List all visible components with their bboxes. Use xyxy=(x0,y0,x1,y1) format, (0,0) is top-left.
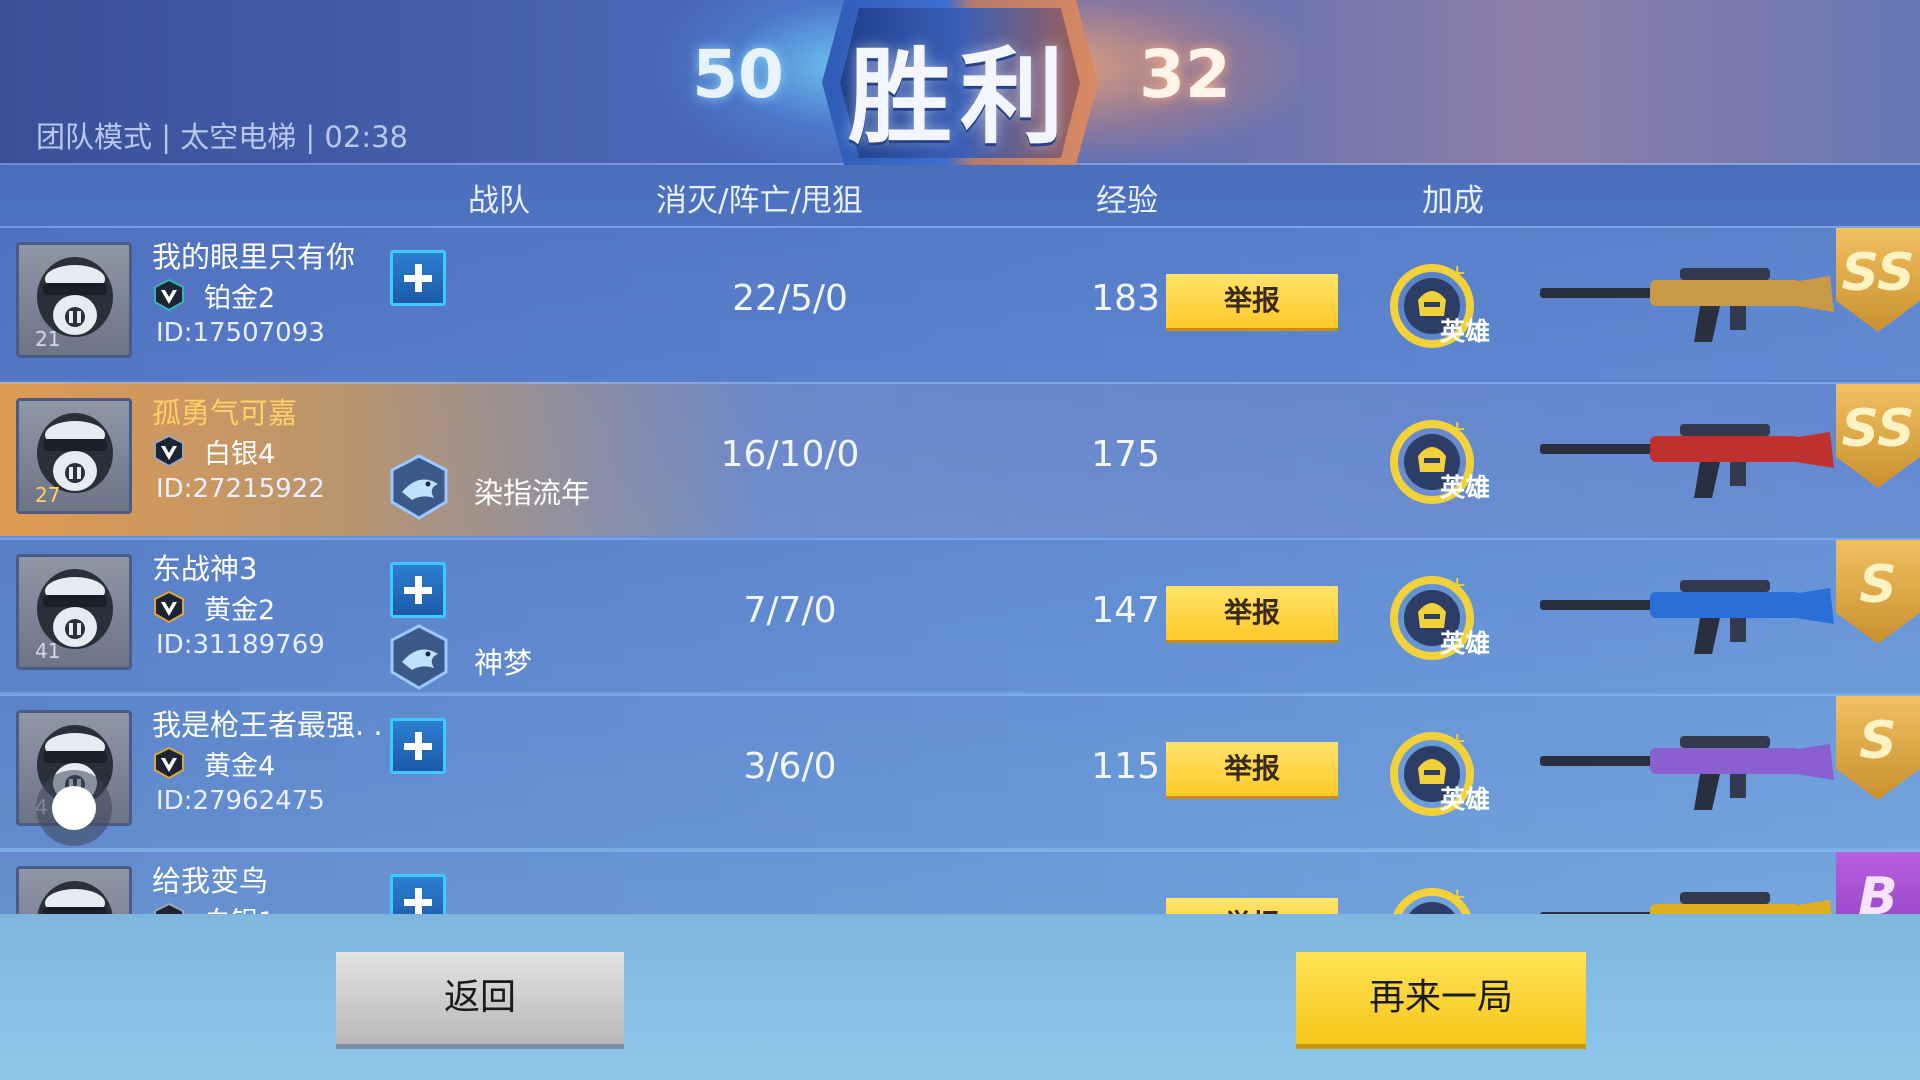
clan-shark-icon xyxy=(390,454,448,520)
weapon-rifle-icon xyxy=(1540,268,1834,342)
player-name: 给我变鸟 xyxy=(152,864,269,898)
exp-value: 147 xyxy=(1091,590,1160,631)
match-info: 团队模式 | 太空电梯 | 02:38 xyxy=(36,120,408,154)
rank-badge-icon xyxy=(154,590,184,624)
clan-name: 染指流年 xyxy=(474,476,591,510)
column-header-bonus: 加成 xyxy=(1422,183,1484,219)
add-friend-button[interactable] xyxy=(390,562,446,618)
gas-mask-avatar-icon xyxy=(37,881,113,914)
scoreboard-list[interactable]: 21 我的眼里只有你 铂金2 ID:17507093 22/5/0 183 举报… xyxy=(0,226,1920,914)
rank-badge-icon xyxy=(154,746,184,780)
clan-shark-icon xyxy=(390,624,448,690)
weapon-tier-badge: S xyxy=(1836,540,1920,644)
player-level: 41 xyxy=(35,639,61,663)
rank-label: 白银1 xyxy=(204,900,275,914)
rank-label: 白银4 xyxy=(204,439,276,470)
svg-text:+: + xyxy=(1448,417,1466,442)
player-name: 我是枪王者最强. . xyxy=(152,708,383,742)
bonus-label: 英雄 xyxy=(1440,785,1491,814)
weapon-tier-badge: S xyxy=(1836,696,1920,800)
svg-text:+: + xyxy=(1448,573,1466,598)
kda-stat: 22/5/0 xyxy=(732,278,848,319)
player-avatar[interactable]: 41 xyxy=(16,554,132,670)
player-row: 21 我的眼里只有你 铂金2 ID:17507093 22/5/0 183 举报… xyxy=(0,226,1920,380)
bonus-label: 英雄 xyxy=(1440,317,1491,346)
bottom-bar xyxy=(0,914,1920,1080)
player-avatar[interactable]: 27 xyxy=(16,398,132,514)
player-name: 孤勇气可嘉 xyxy=(152,396,298,430)
team-score-right: 32 xyxy=(1139,36,1231,113)
player-id: ID:31189769 xyxy=(156,630,325,660)
player-row: 27 孤勇气可嘉 白银4 ID:27215922 染指流年 16/10/0 17… xyxy=(0,382,1920,536)
weapon-tier-badge: SS xyxy=(1836,384,1920,488)
clan-name: 神梦 xyxy=(474,646,533,680)
add-friend-button[interactable] xyxy=(390,718,446,774)
victory-title: 胜利 xyxy=(847,36,1072,158)
player-row: 41 东战神3 黄金2 ID:31189769 神梦 7/7/0 147 举报 … xyxy=(0,538,1920,692)
rank-label: 铂金2 xyxy=(204,283,276,314)
team-score-left: 50 xyxy=(692,36,784,113)
svg-text:+: + xyxy=(1448,729,1466,754)
rank-badge-icon xyxy=(154,434,184,468)
column-header-team: 战队 xyxy=(468,183,530,219)
player-id: ID:27215922 xyxy=(156,474,325,504)
exp-value: 183 xyxy=(1091,278,1160,319)
weapon-tier-badge: SS xyxy=(1836,228,1920,332)
player-avatar[interactable] xyxy=(16,866,132,914)
back-button[interactable]: 返回 xyxy=(336,952,624,1044)
exp-value: 175 xyxy=(1091,434,1160,475)
report-button[interactable]: 举报 xyxy=(1166,742,1338,796)
weapon-rifle-icon xyxy=(1540,580,1834,654)
player-row: 给我变鸟 白银1 举报 + 英雄 B xyxy=(0,850,1920,914)
bonus-label: 英雄 xyxy=(1440,629,1491,658)
player-avatar[interactable]: 21 xyxy=(16,242,132,358)
report-button[interactable]: 举报 xyxy=(1166,586,1338,640)
weapon-rifle-icon xyxy=(1540,892,1832,914)
rank-label: 黄金2 xyxy=(204,595,276,626)
player-name: 我的眼里只有你 xyxy=(152,240,356,274)
column-header-kda: 消灭/阵亡/甩狙 xyxy=(656,183,863,219)
kda-stat: 3/6/0 xyxy=(743,746,837,787)
hero-bonus-icon: + xyxy=(1393,885,1471,914)
column-header-exp: 经验 xyxy=(1096,183,1158,219)
svg-text:+: + xyxy=(1448,261,1466,286)
weapon-rifle-icon xyxy=(1540,424,1834,498)
svg-text:+: + xyxy=(1448,885,1466,910)
report-button[interactable]: 举报 xyxy=(1166,898,1338,914)
exp-value: 115 xyxy=(1091,746,1160,787)
player-id: ID:17507093 xyxy=(156,318,325,348)
bonus-label: 英雄 xyxy=(1440,473,1491,502)
player-name: 东战神3 xyxy=(152,552,258,586)
weapon-tier-badge: B xyxy=(1836,852,1920,914)
rank-badge-icon xyxy=(154,278,184,312)
kda-stat: 7/7/0 xyxy=(743,590,837,631)
floating-assist-button[interactable] xyxy=(36,770,112,846)
rank-badge-icon xyxy=(154,902,184,914)
report-button[interactable]: 举报 xyxy=(1166,274,1338,328)
rank-label: 黄金4 xyxy=(204,751,276,782)
player-row: 4 我是枪王者最强. . 黄金4 ID:27962475 3/6/0 115 举… xyxy=(0,694,1920,848)
player-level: 21 xyxy=(35,327,61,351)
play-again-button[interactable]: 再来一局 xyxy=(1296,952,1586,1044)
weapon-rifle-icon xyxy=(1540,736,1834,810)
add-friend-button[interactable] xyxy=(390,250,446,306)
player-level: 27 xyxy=(35,483,61,507)
player-id: ID:27962475 xyxy=(156,786,325,816)
add-friend-button[interactable] xyxy=(390,874,446,914)
kda-stat: 16/10/0 xyxy=(720,434,860,475)
